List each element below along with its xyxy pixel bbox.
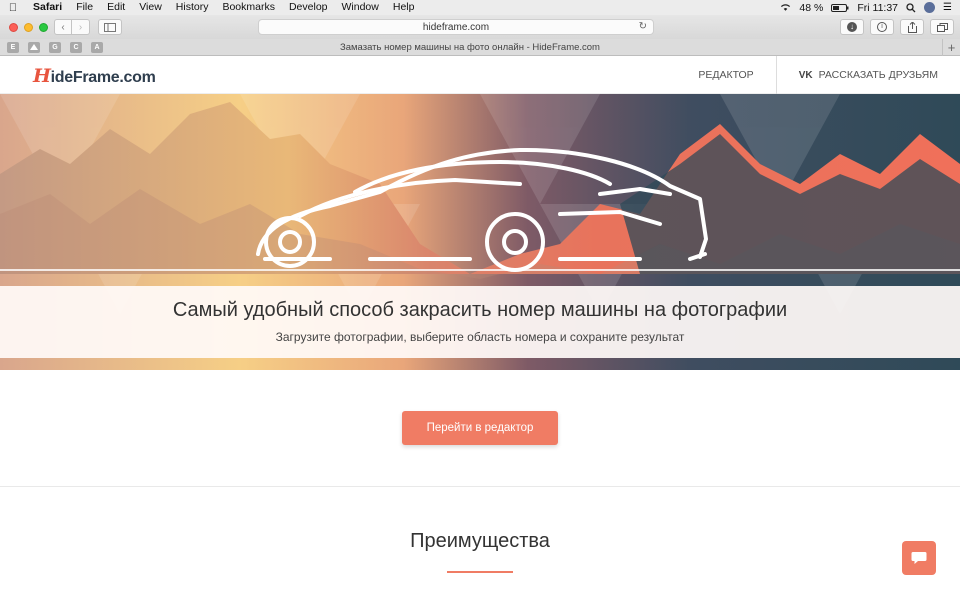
hero-banner: Самый удобный способ закрасить номер маш… bbox=[0, 94, 960, 370]
menu-bookmarks[interactable]: Bookmarks bbox=[215, 0, 282, 15]
browser-toolbar: ‹ › hideframe.com ↻ ↓ i bbox=[0, 15, 960, 39]
nav-share-label: РАССКАЗАТЬ ДРУЗЬЯМ bbox=[818, 69, 938, 81]
info-icon: i bbox=[877, 22, 887, 32]
vk-icon: VK bbox=[798, 69, 813, 81]
forward-icon: › bbox=[78, 21, 83, 33]
user-avatar-icon[interactable] bbox=[924, 2, 936, 13]
info-button[interactable]: i bbox=[870, 19, 894, 35]
sidebar-button[interactable] bbox=[98, 19, 122, 35]
hero-subtitle: Загрузите фотографии, выберите область н… bbox=[275, 330, 685, 344]
battery-icon[interactable] bbox=[831, 3, 849, 12]
hero-text-panel: Самый удобный способ закрасить номер маш… bbox=[0, 286, 960, 358]
downloads-button[interactable]: ↓ bbox=[840, 19, 864, 35]
menu-edit[interactable]: Edit bbox=[100, 0, 132, 15]
menu-file[interactable]: File bbox=[69, 0, 100, 15]
hero-title: Самый удобный способ закрасить номер маш… bbox=[172, 299, 788, 321]
search-icon[interactable] bbox=[906, 2, 916, 13]
forward-button[interactable]: › bbox=[72, 19, 90, 35]
wifi-icon[interactable] bbox=[780, 3, 791, 12]
menu-develop[interactable]: Develop bbox=[282, 0, 335, 15]
nav-share-link[interactable]: VK РАССКАЗАТЬ ДРУЗЬЯМ bbox=[777, 69, 938, 81]
share-icon bbox=[907, 21, 917, 33]
menu-safari[interactable]: Safari bbox=[26, 0, 69, 15]
minimize-window-button[interactable] bbox=[24, 22, 33, 32]
address-bar[interactable]: hideframe.com ↻ bbox=[258, 19, 654, 35]
site-logo[interactable]: HideFrame.com bbox=[33, 65, 156, 87]
new-tab-button[interactable]: + bbox=[942, 39, 960, 56]
apple-icon[interactable]:  bbox=[0, 2, 26, 14]
site-header: HideFrame.com РЕДАКТОР VK РАССКАЗАТЬ ДРУ… bbox=[0, 56, 960, 94]
site-nav: РЕДАКТОР VK РАССКАЗАТЬ ДРУЗЬЯМ bbox=[698, 56, 938, 94]
go-to-editor-button[interactable]: Перейти в редактор bbox=[402, 411, 558, 445]
bookmarks-bar: Замазать номер машины на фото онлайн - H… bbox=[0, 39, 960, 56]
tabs-icon bbox=[936, 22, 948, 32]
tab-title[interactable]: Замазать номер машины на фото онлайн - H… bbox=[0, 39, 940, 56]
back-icon: ‹ bbox=[61, 21, 65, 33]
logo-letter: H bbox=[33, 65, 51, 87]
tabs-overview-button[interactable] bbox=[930, 19, 954, 35]
sidebar-icon bbox=[104, 22, 116, 32]
menu-bar:  Safari File Edit View History Bookmark… bbox=[0, 0, 960, 15]
battery-percent[interactable]: 48 % bbox=[799, 2, 823, 14]
menu-help[interactable]: Help bbox=[386, 0, 422, 15]
notification-center-icon[interactable]: ☰ bbox=[943, 2, 952, 13]
chat-button[interactable] bbox=[902, 541, 936, 575]
back-button[interactable]: ‹ bbox=[54, 19, 72, 35]
address-url: hideframe.com bbox=[422, 21, 490, 33]
download-icon: ↓ bbox=[847, 22, 857, 32]
logo-text: ideFrame.com bbox=[50, 69, 156, 86]
chat-icon bbox=[911, 552, 927, 564]
advantages-title: Преимущества bbox=[410, 530, 550, 552]
menu-history[interactable]: History bbox=[169, 0, 216, 15]
close-window-button[interactable] bbox=[9, 22, 18, 32]
menu-window[interactable]: Window bbox=[335, 0, 386, 15]
reload-icon[interactable]: ↻ bbox=[639, 21, 647, 32]
section-divider bbox=[0, 486, 960, 487]
share-button[interactable] bbox=[900, 19, 924, 35]
zoom-window-button[interactable] bbox=[39, 22, 48, 32]
nav-editor-link[interactable]: РЕДАКТОР bbox=[698, 56, 777, 94]
menu-view[interactable]: View bbox=[132, 0, 169, 15]
title-underline bbox=[447, 571, 513, 573]
clock[interactable]: Fri 11:37 bbox=[857, 2, 898, 14]
